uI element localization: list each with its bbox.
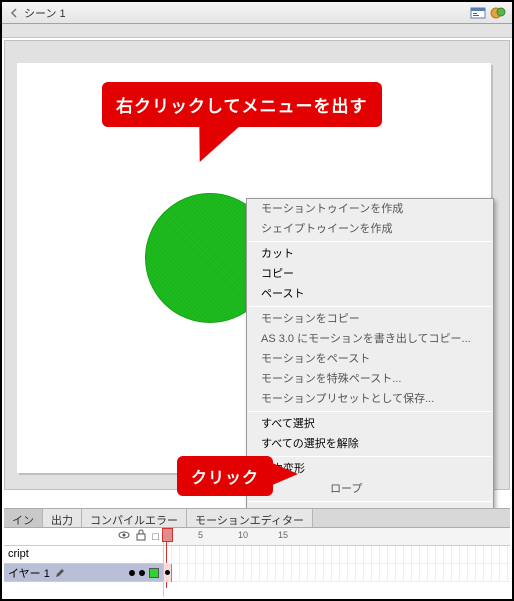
menu-cut[interactable]: カット xyxy=(247,244,493,264)
layer-visible-dot[interactable] xyxy=(129,570,135,576)
menu-deselect-all[interactable]: すべての選択を解除 xyxy=(247,434,493,454)
script-track[interactable] xyxy=(164,546,510,564)
sub-bar xyxy=(2,24,512,38)
pencil-icon xyxy=(54,567,66,579)
menu-separator xyxy=(248,306,492,307)
tab-compile-errors[interactable]: コンパイルエラー xyxy=(82,509,187,527)
tab-timeline[interactable]: イン xyxy=(4,509,43,527)
timeline-ruler[interactable]: 1 5 10 15 xyxy=(164,528,510,546)
timeline-panel: □ cript イヤー 1 1 xyxy=(4,528,510,597)
ruler-tick: 15 xyxy=(278,530,288,540)
app-root: シーン 1 右クリックしてメニューを出す モーショントゥイーンを作成 シェイプト… xyxy=(0,0,514,601)
ruler-tick: 10 xyxy=(238,530,248,540)
menu-select-all[interactable]: すべて選択 xyxy=(247,414,493,434)
layer-color-swatch[interactable] xyxy=(149,568,159,578)
annotation-rightclick: 右クリックしてメニューを出す xyxy=(102,82,382,127)
menu-create-shape-tween[interactable]: シェイプトゥイーンを作成 xyxy=(247,219,493,239)
menu-copy-motion[interactable]: モーションをコピー xyxy=(247,309,493,329)
layer1-track[interactable] xyxy=(164,564,510,582)
layer-row-1[interactable]: イヤー 1 xyxy=(4,564,163,582)
script-label: cript xyxy=(8,548,29,560)
eye-icon[interactable] xyxy=(118,530,130,543)
layer-header-icons: □ xyxy=(4,528,163,546)
menu-separator xyxy=(248,411,492,412)
menu-paste-motion-special[interactable]: モーションを特殊ペースト... xyxy=(247,369,493,389)
keyframe-1[interactable] xyxy=(164,564,172,582)
menu-copy[interactable]: コピー xyxy=(247,264,493,284)
menu-separator xyxy=(248,501,492,502)
symbol-edit-icon[interactable] xyxy=(490,5,506,21)
annotation-click: クリック xyxy=(177,456,273,496)
lock-icon[interactable] xyxy=(136,529,146,544)
menu-separator xyxy=(248,241,492,242)
menu-paste[interactable]: ペースト xyxy=(247,284,493,304)
layer-lock-dot[interactable] xyxy=(139,570,145,576)
menu-copy-motion-as3[interactable]: AS 3.0 にモーションを書き出してコピー... xyxy=(247,329,493,349)
scene-title: シーン 1 xyxy=(24,5,66,21)
menu-separator xyxy=(248,456,492,457)
tab-output[interactable]: 出力 xyxy=(43,509,82,527)
ruler-tick: 5 xyxy=(198,530,203,540)
scene-edit-icon[interactable] xyxy=(470,5,486,21)
scene-bar: シーン 1 xyxy=(2,2,512,24)
layer-name: イヤー 1 xyxy=(8,565,50,581)
annotation-click-text: クリック xyxy=(191,470,259,487)
menu-save-motion-preset[interactable]: モーションプリセットとして保存... xyxy=(247,389,493,409)
bottom-tabs: イン 出力 コンパイルエラー モーションエディター xyxy=(4,508,510,528)
tab-motion-editor[interactable]: モーションエディター xyxy=(187,509,313,527)
back-icon[interactable] xyxy=(8,7,20,19)
timeline-frames[interactable]: 1 5 10 15 xyxy=(164,528,510,597)
script-label-row: cript xyxy=(4,546,163,564)
menu-create-motion-tween[interactable]: モーショントゥイーンを作成 xyxy=(247,199,493,219)
outline-icon[interactable]: □ xyxy=(152,531,159,543)
menu-paste-motion[interactable]: モーションをペースト xyxy=(247,349,493,369)
annotation-rightclick-text: 右クリックしてメニューを出す xyxy=(116,97,368,116)
timeline-layers-column: □ cript イヤー 1 xyxy=(4,528,164,597)
